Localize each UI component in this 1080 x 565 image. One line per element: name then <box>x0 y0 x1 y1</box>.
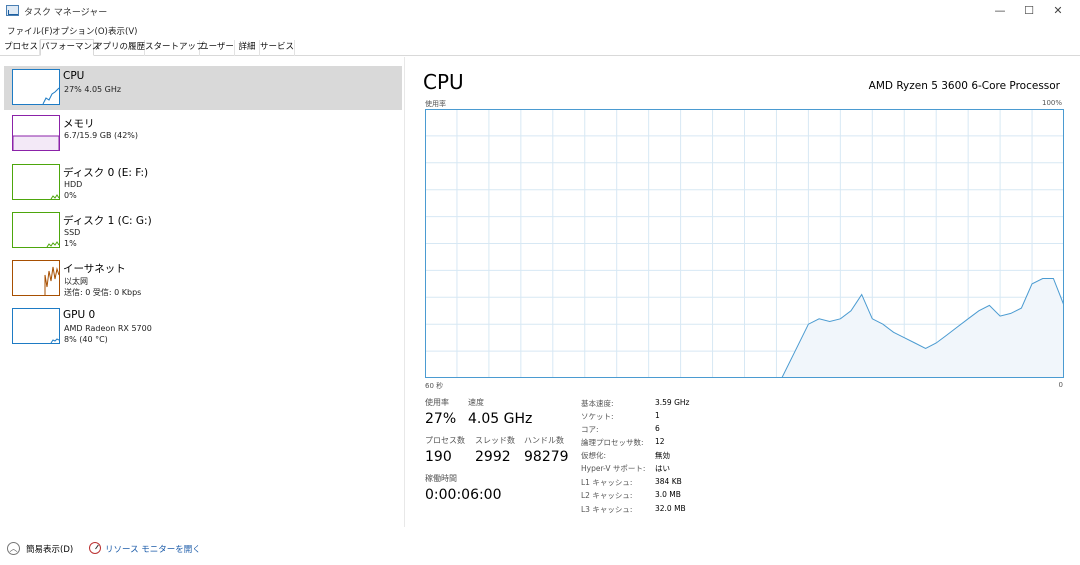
thread-count-label: スレッド数 <box>475 436 515 445</box>
process-count-label: プロセス数 <box>425 436 465 445</box>
menu-options[interactable]: オプション(O) <box>52 25 108 37</box>
graph-y-max: 100% <box>1041 99 1062 107</box>
sidebar-item-title: メモリ <box>63 118 95 130</box>
chevron-up-icon[interactable]: ︿ <box>7 542 20 555</box>
sidebar-item-detail: 27% 4.05 GHz <box>64 85 122 94</box>
util-label: 使用率 <box>425 398 449 407</box>
window-title: タスク マネージャー <box>24 8 108 18</box>
spec-value: 3.0 MB <box>655 490 681 499</box>
gpu-thumbnail-graph <box>12 308 60 344</box>
task-manager-icon <box>6 5 19 16</box>
menu-file[interactable]: ファイル(F) <box>7 25 53 37</box>
process-count-value: 190 <box>425 449 452 465</box>
open-resource-monitor-link[interactable]: リソース モニターを開く <box>105 543 201 555</box>
sidebar-item-type: SSD <box>64 228 81 237</box>
panel-divider <box>404 57 405 527</box>
sidebar-item-model: AMD Radeon RX 5700 <box>64 324 152 333</box>
disk1-thumbnail-graph <box>12 212 60 248</box>
sidebar-item-detail: 0% <box>64 191 77 200</box>
sidebar-item-detail: 1% <box>64 239 77 248</box>
spec-value: 無効 <box>655 451 670 460</box>
tab-details[interactable]: 詳細 <box>235 40 260 56</box>
page-title: CPU <box>423 70 464 94</box>
spec-key: ソケット: <box>581 412 614 421</box>
util-value: 27% <box>425 411 457 427</box>
sidebar-item-title: イーサネット <box>63 263 126 275</box>
sidebar-item-title: GPU 0 <box>63 309 96 321</box>
sidebar-item-adapter: 以太网 <box>64 277 88 286</box>
sidebar-item-disk-0[interactable]: ディスク 0 (E: F:) HDD 0% <box>4 161 402 205</box>
tab-bar: プロセス パフォーマンス アプリの履歴 スタートアップ ユーザー 詳細 サービス <box>0 39 1080 56</box>
sidebar-item-disk-1[interactable]: ディスク 1 (C: G:) SSD 1% <box>4 209 402 253</box>
tab-app-history[interactable]: アプリの履歴 <box>94 40 145 56</box>
speed-label: 速度 <box>468 398 484 407</box>
maximize-button[interactable]: ☐ <box>1021 3 1037 19</box>
ethernet-thumbnail-graph <box>12 260 60 296</box>
sidebar-item-gpu[interactable]: GPU 0 AMD Radeon RX 5700 8% (40 °C) <box>4 305 402 349</box>
sidebar-item-title: ディスク 1 (C: G:) <box>63 215 152 227</box>
thread-count-value: 2992 <box>475 449 511 465</box>
fewer-details-button[interactable]: 簡易表示(D) <box>26 543 73 555</box>
sidebar-item-title: CPU <box>63 70 85 82</box>
sidebar-item-detail: 6.7/15.9 GB (42%) <box>64 131 139 140</box>
spec-key: 論理プロセッサ数: <box>581 438 644 447</box>
sidebar-item-type: HDD <box>64 180 83 189</box>
sidebar-item-cpu[interactable]: CPU 27% 4.05 GHz <box>4 66 402 110</box>
uptime-value: 0:00:06:00 <box>425 487 502 503</box>
tab-users[interactable]: ユーザー <box>200 40 235 56</box>
disk0-thumbnail-graph <box>12 164 60 200</box>
spec-key: L1 キャッシュ: <box>581 478 633 487</box>
spec-key: 基本速度: <box>581 399 614 408</box>
sidebar-item-detail: 8% (40 °C) <box>64 335 108 344</box>
spec-key: コア: <box>581 425 599 434</box>
spec-key: Hyper-V サポート: <box>581 464 646 473</box>
sidebar-item-memory[interactable]: メモリ 6.7/15.9 GB (42%) <box>4 112 402 156</box>
graph-y-label: 使用率 <box>425 100 446 108</box>
spec-value: 12 <box>655 437 665 446</box>
uptime-label: 稼働時間 <box>425 474 457 483</box>
menu-view[interactable]: 表示(V) <box>108 25 137 37</box>
spec-value: 6 <box>655 424 660 433</box>
graph-x-start: 60 秒 <box>425 382 444 390</box>
spec-value: 3.59 GHz <box>655 398 690 407</box>
resource-monitor-icon[interactable] <box>89 542 101 554</box>
tab-processes[interactable]: プロセス <box>3 40 40 56</box>
handle-count-label: ハンドル数 <box>524 436 564 445</box>
spec-value: 1 <box>655 411 660 420</box>
sidebar-item-title: ディスク 0 (E: F:) <box>63 167 149 179</box>
spec-key: L2 キャッシュ: <box>581 491 633 500</box>
spec-key: 仮想化: <box>581 451 607 460</box>
title-bar: タスク マネージャー — ☐ ✕ <box>0 0 1080 22</box>
tab-startup[interactable]: スタートアップ <box>145 40 205 56</box>
sidebar-item-detail: 送信: 0 受信: 0 Kbps <box>64 288 142 297</box>
spec-value: 32.0 MB <box>655 504 686 513</box>
sidebar-item-ethernet[interactable]: イーサネット 以太网 送信: 0 受信: 0 Kbps <box>4 257 402 301</box>
spec-key: L3 キャッシュ: <box>581 505 633 514</box>
speed-value: 4.05 GHz <box>468 411 533 427</box>
minimize-button[interactable]: — <box>992 3 1008 19</box>
performance-sidebar: CPU 27% 4.05 GHz メモリ 6.7/15.9 GB (42%) デ… <box>0 57 404 527</box>
cpu-usage-graph <box>425 109 1064 378</box>
processor-model: AMD Ryzen 5 3600 6-Core Processor <box>868 80 1060 92</box>
handle-count-value: 98279 <box>524 449 569 465</box>
spec-value: はい <box>655 464 670 473</box>
cpu-thumbnail-graph <box>12 69 60 105</box>
tab-services[interactable]: サービス <box>260 40 295 56</box>
spec-value: 384 KB <box>655 477 682 486</box>
graph-x-end: 0 <box>1058 381 1063 389</box>
tab-performance[interactable]: パフォーマンス <box>40 39 100 56</box>
memory-thumbnail-graph <box>12 115 60 151</box>
close-button[interactable]: ✕ <box>1050 3 1066 19</box>
footer-bar: ︿ 簡易表示(D) リソース モニターを開く <box>0 538 1080 560</box>
